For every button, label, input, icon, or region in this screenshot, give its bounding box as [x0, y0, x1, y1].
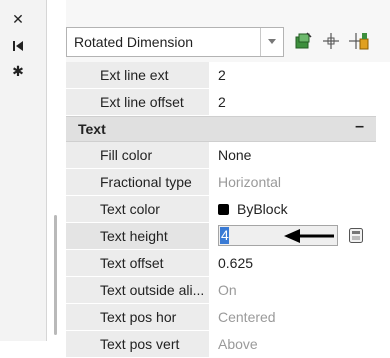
property-name: Text outside ali... [66, 277, 209, 303]
property-name: Ext line ext [66, 62, 209, 88]
settings-icon[interactable]: ✱ [8, 64, 28, 80]
quick-select-icon[interactable] [292, 30, 314, 52]
property-row-text-offset[interactable]: Text offset 0.625 [66, 250, 376, 277]
property-name: Text color [66, 196, 209, 222]
property-name: Text pos hor [66, 304, 209, 330]
property-row-fill-color[interactable]: Fill color None [66, 142, 376, 169]
property-grid: Ext line ext 2 Ext line offset 2 Text – … [66, 62, 376, 358]
selection-type-dropdown[interactable]: Rotated Dimension [66, 27, 284, 57]
selected-value: 4 [220, 227, 229, 244]
property-value[interactable]: Centered [211, 304, 376, 330]
close-icon[interactable]: ✕ [8, 12, 28, 28]
property-row-text-pos-hor[interactable]: Text pos hor Centered [66, 304, 376, 331]
color-swatch [218, 204, 229, 215]
property-name: Text height [66, 223, 209, 249]
property-row-ext-line-offset[interactable]: Ext line offset 2 [66, 89, 376, 116]
property-value[interactable]: 0.625 [211, 250, 376, 276]
property-name: Ext line offset [66, 89, 209, 115]
property-name: Fractional type [66, 169, 209, 195]
property-value[interactable]: None [211, 142, 376, 168]
pointer-arrow-icon [284, 229, 334, 243]
palette-title-strip: ✕ ✱ [0, 0, 47, 341]
property-row-text-pos-vert[interactable]: Text pos vert Above [66, 331, 376, 358]
property-value[interactable]: Above [211, 331, 376, 357]
property-name: Text pos vert [66, 331, 209, 357]
property-name: Fill color [66, 142, 209, 168]
section-title: Text [78, 121, 106, 137]
toggle-pickadd-icon[interactable] [348, 30, 370, 52]
property-name: Text offset [66, 250, 209, 276]
color-value-label: ByBlock [237, 201, 288, 217]
scroll-grip[interactable] [54, 215, 57, 335]
property-value[interactable]: 2 [211, 62, 376, 88]
chevron-down-icon[interactable] [260, 28, 283, 56]
property-row-text-outside-align[interactable]: Text outside ali... On [66, 277, 376, 304]
property-row-ext-line-ext[interactable]: Ext line ext 2 [66, 62, 376, 89]
collapse-icon[interactable]: – [355, 118, 364, 136]
property-row-text-height[interactable]: Text height 4 [66, 223, 376, 250]
property-value-color[interactable]: ByBlock [211, 196, 376, 222]
property-row-fractional-type[interactable]: Fractional type Horizontal [66, 169, 376, 196]
selection-type-label: Rotated Dimension [74, 34, 194, 50]
property-value[interactable]: Horizontal [211, 169, 376, 195]
property-value[interactable]: On [211, 277, 376, 303]
calculator-icon[interactable] [348, 227, 364, 244]
auto-hide-icon[interactable] [8, 38, 28, 54]
section-header-text[interactable]: Text – [66, 116, 376, 142]
property-value[interactable]: 2 [211, 89, 376, 115]
property-row-text-color[interactable]: Text color ByBlock [66, 196, 376, 223]
select-objects-icon[interactable] [320, 30, 342, 52]
